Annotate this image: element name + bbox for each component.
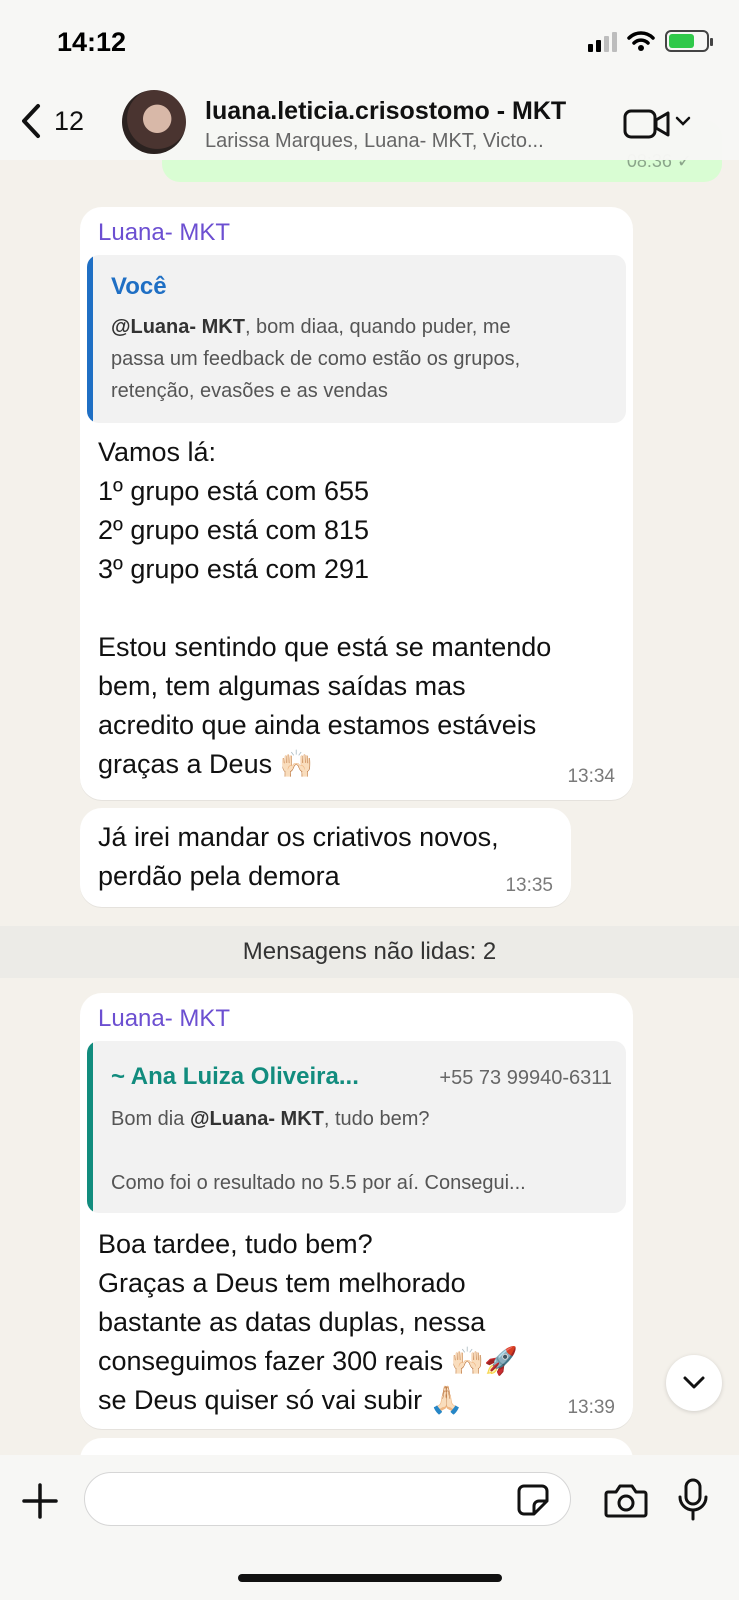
video-camera-icon <box>623 109 670 139</box>
attach-button[interactable] <box>22 1483 58 1524</box>
chevron-down-icon <box>683 1376 705 1389</box>
sticker-icon <box>517 1484 549 1516</box>
quote-suffix: , tudo bem? <box>323 1108 430 1130</box>
quote-line2: Como foi o resultado no 5.5 por aí. Cons… <box>111 1172 526 1194</box>
message-time: 13:35 <box>505 875 553 896</box>
camera-icon <box>604 1484 648 1518</box>
sender-name: Luana- MKT <box>98 219 231 246</box>
wifi-icon <box>627 31 655 51</box>
chat-area[interactable]: 08:36 ✓ Luana- MKT Você @Luana- MKT, bom… <box>0 0 739 1455</box>
status-icons <box>588 30 713 52</box>
quote-text-line3: retenção, evasões e as vendas <box>111 380 388 402</box>
quoted-message[interactable]: Você @Luana- MKT, bom diaa, quando puder… <box>87 255 626 423</box>
microphone-icon <box>678 1478 708 1521</box>
quote-text-line1: , bom diaa, quando puder, me <box>244 316 511 338</box>
sender-name: Luana- MKT <box>98 1005 231 1032</box>
quote-accent-bar <box>87 255 93 423</box>
quote-accent-bar <box>87 1041 93 1213</box>
group-avatar[interactable] <box>122 90 186 154</box>
message-text: Já irei mandar os criativos novos, perdã… <box>98 822 499 891</box>
home-indicator <box>238 1574 502 1582</box>
unread-chats-count: 12 <box>54 105 85 136</box>
status-time: 14:12 <box>57 27 127 57</box>
composer-bar <box>0 1455 739 1600</box>
quoted-message[interactable]: ~ Ana Luiza Oliveira... +55 73 99940-631… <box>87 1041 626 1213</box>
message-text: Boa tardee, tudo bem? Graças a Deus tem … <box>98 1229 518 1415</box>
message-bubble[interactable]: Já irei mandar os criativos novos, perdã… <box>80 808 571 907</box>
unread-divider: Mensagens não lidas: 2 <box>0 926 739 978</box>
message-text: Vamos lá: 1º grupo está com 655 2º grupo… <box>98 437 552 779</box>
status-bar: 14:12 <box>0 0 739 88</box>
chevron-left-icon <box>22 104 40 138</box>
quote-mention: @Luana- MKT <box>189 1108 324 1130</box>
quote-prefix: Bom dia <box>111 1108 190 1130</box>
call-options-chevron-icon[interactable] <box>675 110 691 133</box>
battery-icon <box>665 30 713 52</box>
quote-mention: @Luana- MKT <box>111 316 245 338</box>
plus-icon <box>22 1483 58 1519</box>
message-bubble[interactable]: Luana- MKT Você @Luana- MKT, bom diaa, q… <box>80 207 633 800</box>
camera-button[interactable] <box>604 1482 648 1523</box>
quote-author: Você <box>111 273 167 300</box>
sticker-button[interactable] <box>516 1483 550 1522</box>
chat-header: 12 luana.leticia.crisostomo - MKT Lariss… <box>0 88 739 160</box>
quote-text: @Luana- MKT, bom diaa, quando puder, me … <box>111 311 520 407</box>
quote-text-line2: passa um feedback de como estão os grupo… <box>111 348 521 370</box>
message-bubble[interactable]: Luana- MKT ~ Ana Luiza Oliveira... +55 7… <box>80 993 633 1429</box>
quote-author: ~ Ana Luiza Oliveira... <box>111 1063 359 1090</box>
message-time: 13:39 <box>567 1397 615 1418</box>
microphone-button[interactable] <box>676 1477 710 1528</box>
chat-participants[interactable]: Larissa Marques, Luana- MKT, Victo... <box>205 130 590 153</box>
cellular-signal-icon <box>588 30 617 52</box>
back-button[interactable]: 12 <box>20 103 84 139</box>
message-bubble-partial[interactable] <box>80 1438 633 1455</box>
video-call-button[interactable] <box>623 108 671 145</box>
message-input[interactable] <box>84 1472 571 1526</box>
chat-title[interactable]: luana.leticia.crisostomo - MKT <box>205 97 566 126</box>
scroll-down-button[interactable] <box>666 1355 722 1411</box>
message-time: 13:34 <box>567 766 615 787</box>
quote-phone: +55 73 99940-6311 <box>439 1067 612 1089</box>
quote-text: Bom dia @Luana- MKT, tudo bem? Como foi … <box>111 1103 526 1199</box>
